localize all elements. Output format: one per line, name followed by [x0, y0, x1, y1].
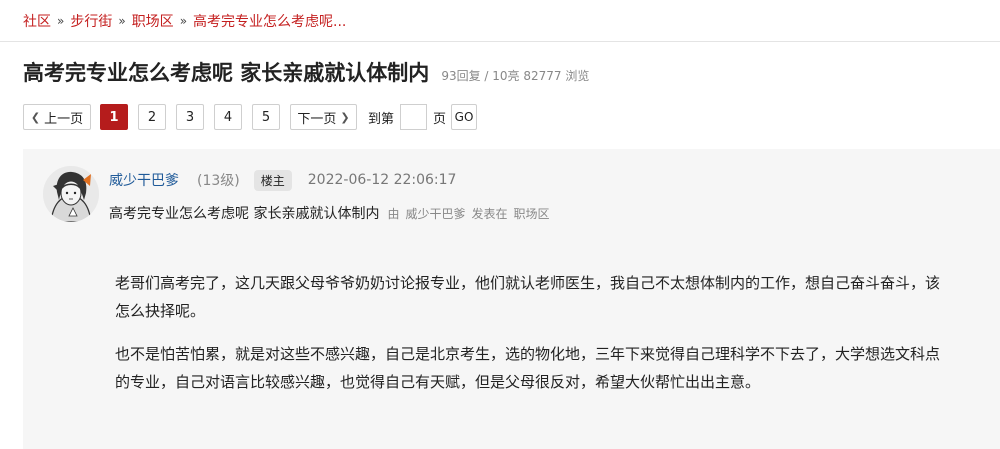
goto-page-input[interactable]	[400, 104, 428, 130]
post-subtitle-row: 高考完专业怎么考虑呢 家长亲戚就认体制内 由威少干巴爹 发表在 职场区	[109, 203, 556, 223]
post-subtitle: 高考完专业怎么考虑呢 家长亲戚就认体制内	[109, 206, 380, 222]
double-chevron-right-icon: »	[57, 14, 65, 28]
thread-header: 高考完专业怎么考虑呢 家长亲戚就认体制内 93回复 / 10亮 82777 浏览	[23, 57, 589, 87]
user-avatar-icon[interactable]	[43, 166, 99, 222]
meta-board[interactable]: 职场区	[514, 207, 550, 221]
breadcrumb-workplace[interactable]: 职场区	[132, 11, 174, 31]
author-name[interactable]: 威少干巴爹	[109, 170, 179, 190]
breadcrumb-community[interactable]: 社区	[23, 11, 51, 31]
post-meta: 由威少干巴爹 发表在 职场区	[387, 205, 555, 222]
pagination: ❮ 上一页 1 2 3 4 5 下一页 ❯ 到第 页 GO	[23, 104, 478, 130]
meta-author[interactable]: 威少干巴爹	[405, 207, 465, 221]
post-content: 老哥们高考完了，这几天跟父母爷爷奶奶讨论报专业，他们就认老师医生，我自己不太想体…	[115, 269, 945, 411]
breadcrumb: 社区 » 步行街 » 职场区 » 高考完专业怎么考虑呢...	[23, 11, 346, 31]
go-button[interactable]: GO	[451, 104, 478, 130]
original-post: 威少干巴爹 (13级) 楼主 2022-06-12 22:06:17 高考完专业…	[23, 149, 1000, 449]
page-4-button[interactable]: 4	[214, 104, 242, 130]
chevron-left-icon: ❮	[30, 110, 41, 124]
meta-posted-in: 发表在	[471, 207, 508, 221]
author-level: (13级)	[197, 173, 240, 189]
thread-stats: 93回复 / 10亮 82777 浏览	[441, 69, 590, 83]
breadcrumb-pedestrian-street[interactable]: 步行街	[70, 11, 112, 31]
meta-by: 由	[387, 207, 400, 221]
header-divider	[0, 41, 1000, 42]
page-2-button[interactable]: 2	[138, 104, 166, 130]
double-chevron-right-icon: »	[118, 14, 126, 28]
chevron-right-icon: ❯	[340, 110, 350, 124]
page-title: 高考完专业怎么考虑呢 家长亲戚就认体制内	[23, 61, 430, 85]
author-row: 威少干巴爹 (13级) 楼主 2022-06-12 22:06:17	[109, 169, 457, 191]
page-3-button[interactable]: 3	[176, 104, 204, 130]
prev-page-button[interactable]: ❮ 上一页	[23, 104, 91, 130]
breadcrumb-current-thread[interactable]: 高考完专业怎么考虑呢...	[193, 11, 346, 31]
goto-prefix-label: 到第	[368, 111, 395, 127]
op-badge: 楼主	[253, 169, 292, 191]
prev-page-label: 上一页	[44, 111, 84, 127]
next-page-button[interactable]: 下一页 ❯	[290, 104, 357, 130]
post-time: 2022-06-12 22:06:17	[307, 172, 457, 188]
double-chevron-right-icon: »	[179, 14, 188, 28]
goto-suffix-label: 页	[433, 111, 447, 127]
page-5-button[interactable]: 5	[252, 104, 280, 130]
post-paragraph: 也不是怕苦怕累，就是对这些不感兴趣，自己是北京考生，选的物化地，三年下来觉得自己…	[115, 345, 941, 391]
page-1-button[interactable]: 1	[100, 104, 128, 130]
next-page-label: 下一页	[297, 111, 337, 127]
post-paragraph: 老哥们高考完了，这几天跟父母爷爷奶奶讨论报专业，他们就认老师医生，我自己不太想体…	[115, 274, 941, 320]
